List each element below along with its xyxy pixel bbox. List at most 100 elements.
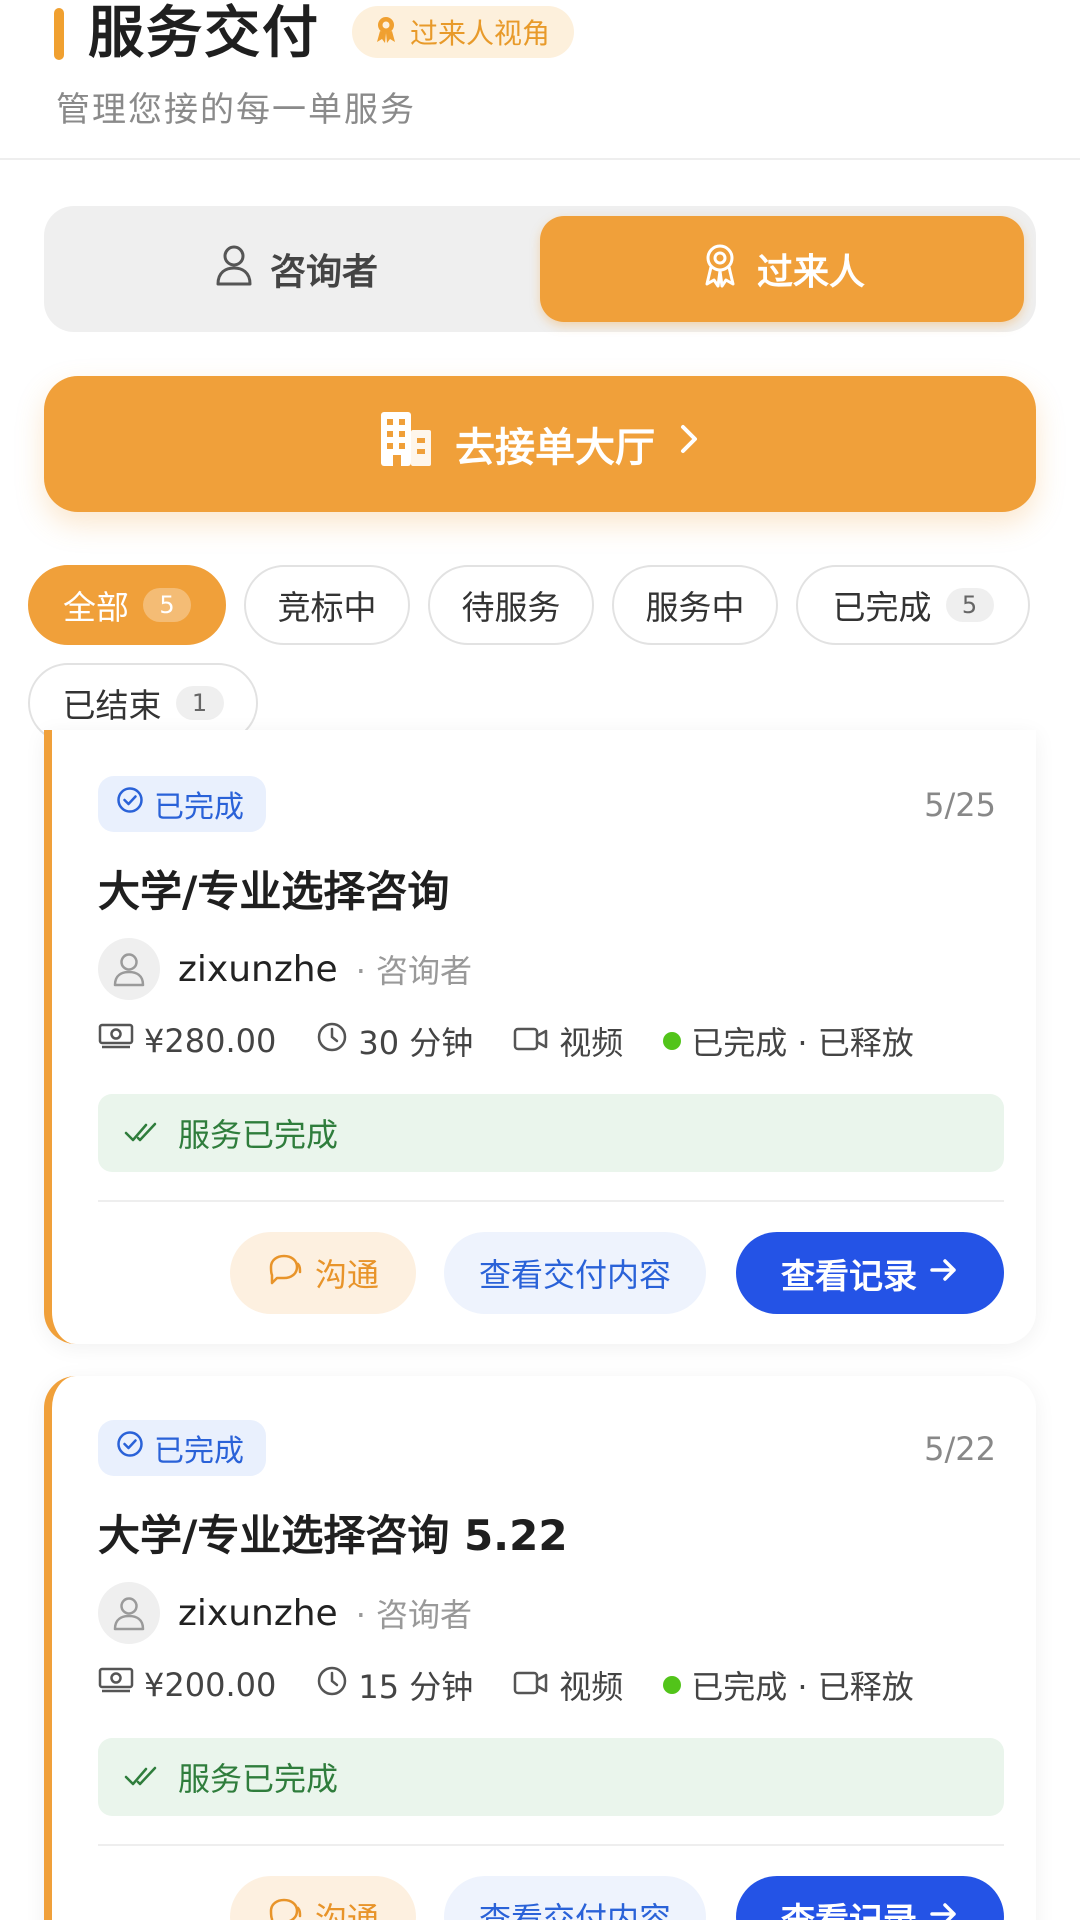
price-text: ¥280.00: [144, 1022, 277, 1060]
view-record-label: 查看记录: [781, 1256, 917, 1297]
view-record-label: 查看记录: [781, 1893, 917, 1920]
status-dot: [663, 1032, 682, 1050]
chat-label: 沟通: [314, 1256, 379, 1294]
order-date: 5/25: [924, 786, 996, 824]
duration-text: 30 分钟: [358, 1024, 474, 1062]
price-text: ¥200.00: [144, 1666, 277, 1704]
mode-text: 视频: [559, 1024, 624, 1062]
role-toggle: 咨询者 过来人: [44, 206, 1036, 332]
clock-icon: [316, 1665, 348, 1705]
view-record-button[interactable]: 查看记录: [736, 1876, 1004, 1920]
user-icon: [214, 244, 254, 295]
order-card[interactable]: 已完成 5/22 大学/专业选择咨询 5.22 zixunzhe · 咨询者 ¥…: [44, 1376, 1036, 1920]
title-accent-bar: [54, 8, 64, 60]
filter-chip-completed[interactable]: 已完成 5: [796, 565, 1030, 645]
order-title: 大学/专业选择咨询: [98, 867, 450, 916]
duration-meta: 15 分钟: [316, 1662, 473, 1708]
arrow-right-icon: [929, 1253, 959, 1293]
filter-chip-label: 全部: [63, 588, 129, 627]
done-banner-text: 服务已完成: [178, 1760, 339, 1798]
username: zixunzhe: [178, 1592, 338, 1634]
user-role: · 咨询者: [355, 952, 473, 990]
avatar: [98, 1582, 160, 1644]
meta-row: ¥200.00 15 分钟 视频 已完成 · 已释放: [98, 1662, 914, 1708]
status-label: 已完成: [154, 790, 244, 825]
username: zixunzhe: [178, 948, 338, 990]
status-label: 已完成: [154, 1434, 244, 1469]
done-banner: 服务已完成: [98, 1094, 1004, 1172]
view-delivery-button[interactable]: 查看交付内容: [444, 1876, 706, 1920]
view-record-button[interactable]: 查看记录: [736, 1232, 1004, 1314]
status-badge: 已完成: [98, 776, 266, 832]
check-circle-icon: [116, 786, 144, 822]
order-hall-button[interactable]: 去接单大厅: [44, 376, 1036, 512]
role-expert-button[interactable]: 过来人: [540, 216, 1024, 322]
view-delivery-label: 查看交付内容: [478, 1256, 671, 1294]
chat-label: 沟通: [314, 1900, 379, 1920]
role-expert-label: 过来人: [756, 252, 865, 293]
order-card[interactable]: 已完成 5/25 大学/专业选择咨询 zixunzhe · 咨询者 ¥280.0…: [44, 730, 1036, 1344]
award-icon: [699, 242, 741, 297]
check-circle-icon: [116, 1430, 144, 1466]
settlement-text: 已完成 · 已释放: [691, 1024, 914, 1062]
order-title: 大学/专业选择咨询 5.22: [98, 1511, 568, 1560]
divider: [98, 1844, 1004, 1846]
price-meta: ¥200.00: [98, 1666, 276, 1704]
settlement-meta: 已完成 · 已释放: [663, 1662, 914, 1708]
chat-button[interactable]: 沟通: [230, 1876, 416, 1920]
page-subtitle: 管理您接的每一单服务: [56, 90, 416, 130]
order-hall-label: 去接单大厅: [455, 425, 655, 471]
settlement-text: 已完成 · 已释放: [691, 1668, 914, 1706]
filter-chip-bidding[interactable]: 竞标中: [244, 565, 410, 645]
filter-chip-count: 5: [143, 588, 191, 622]
filter-chip-in-service[interactable]: 服务中: [612, 565, 778, 645]
chat-icon: [267, 1896, 303, 1920]
chat-icon: [267, 1252, 303, 1294]
chat-button[interactable]: 沟通: [230, 1232, 416, 1314]
filter-chip-all[interactable]: 全部 5: [28, 565, 226, 645]
view-delivery-label: 查看交付内容: [478, 1900, 671, 1920]
filter-chip-label: 已结束: [62, 686, 162, 725]
user-row: zixunzhe · 咨询者: [98, 1582, 472, 1644]
double-check-icon: [124, 1114, 160, 1152]
arrow-right-icon: [929, 1897, 959, 1920]
perspective-badge: 过来人视角: [352, 6, 575, 58]
page-header: 服务交付 过来人视角 管理您接的每一单服务: [0, 0, 1080, 160]
view-delivery-button[interactable]: 查看交付内容: [444, 1232, 706, 1314]
filter-chip-label: 竞标中: [277, 588, 377, 627]
double-check-icon: [124, 1758, 160, 1796]
duration-text: 15 分钟: [358, 1668, 474, 1706]
money-icon: [98, 1666, 134, 1704]
duration-meta: 30 分钟: [316, 1018, 473, 1064]
meta-row: ¥280.00 30 分钟 视频 已完成 · 已释放: [98, 1018, 914, 1064]
role-seeker-label: 咨询者: [269, 252, 378, 293]
page-title: 服务交付: [88, 1, 320, 66]
done-banner: 服务已完成: [98, 1738, 1004, 1816]
chevron-right-icon: [677, 421, 701, 467]
order-date: 5/22: [924, 1430, 996, 1468]
filter-chip-label: 服务中: [645, 588, 745, 627]
mode-text: 视频: [559, 1668, 624, 1706]
avatar: [98, 938, 160, 1000]
status-dot: [663, 1676, 682, 1694]
price-meta: ¥280.00: [98, 1022, 276, 1060]
award-icon: [372, 14, 400, 51]
user-role: · 咨询者: [355, 1596, 473, 1634]
video-icon: [513, 1022, 549, 1060]
money-icon: [98, 1022, 134, 1060]
status-badge: 已完成: [98, 1420, 266, 1476]
filter-chip-label: 已完成: [832, 588, 932, 627]
mode-meta: 视频: [513, 1662, 623, 1708]
video-icon: [513, 1666, 549, 1704]
user-row: zixunzhe · 咨询者: [98, 938, 472, 1000]
filter-chip-label: 待服务: [461, 588, 561, 627]
settlement-meta: 已完成 · 已释放: [663, 1018, 914, 1064]
divider: [98, 1200, 1004, 1202]
role-seeker-button[interactable]: 咨询者: [54, 216, 538, 322]
perspective-label: 过来人视角: [410, 17, 551, 50]
filter-chip-count: 1: [175, 686, 224, 720]
filter-chip-pending[interactable]: 待服务: [428, 565, 594, 645]
building-icon: [379, 410, 433, 478]
clock-icon: [316, 1021, 348, 1061]
done-banner-text: 服务已完成: [178, 1116, 339, 1154]
